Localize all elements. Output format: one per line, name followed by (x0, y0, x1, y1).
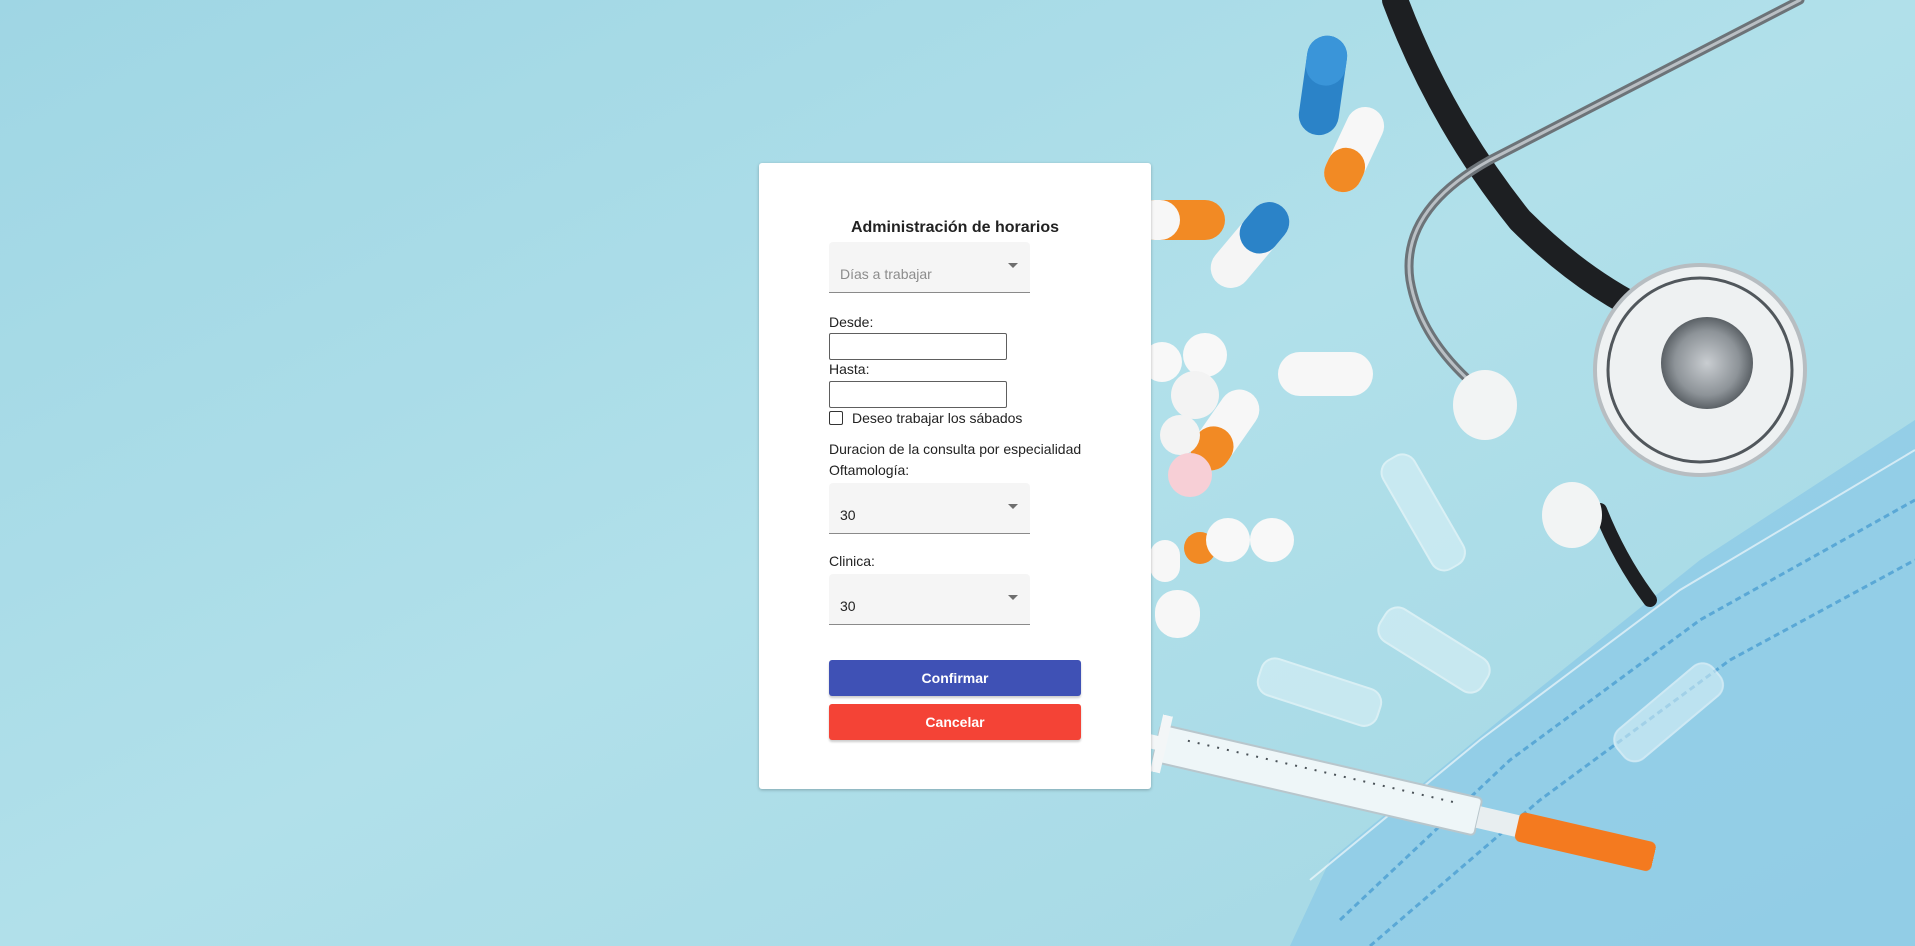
clinica-duration-value: 30 (840, 598, 856, 614)
form-title: Administración de horarios (850, 219, 1060, 236)
oftamologia-label: Oftamología: (829, 462, 910, 478)
hasta-label: Hasta: (829, 361, 870, 377)
chevron-down-icon (1008, 504, 1018, 509)
saturday-option[interactable]: Deseo trabajar los sábados (829, 410, 1022, 426)
work-days-select[interactable]: Días a trabajar (829, 242, 1030, 293)
confirm-button[interactable]: Confirmar (829, 660, 1081, 696)
chevron-down-icon (1008, 595, 1018, 600)
hasta-input[interactable] (829, 381, 1007, 408)
saturday-checkbox-label[interactable]: Deseo trabajar los sábados (852, 410, 1022, 426)
oftamologia-duration-select[interactable]: 30 (829, 483, 1030, 534)
desde-label: Desde: (829, 314, 874, 330)
work-days-placeholder: Días a trabajar (840, 266, 932, 282)
schedule-form-card: Administración de horarios Días a trabaj… (759, 163, 1151, 789)
clinica-label: Clinica: (829, 553, 875, 569)
desde-input[interactable] (829, 333, 1007, 360)
duration-heading: Duracion de la consulta por especialidad (829, 441, 1082, 457)
cancel-button[interactable]: Cancelar (829, 704, 1081, 740)
saturday-checkbox[interactable] (829, 411, 843, 425)
chevron-down-icon (1008, 263, 1018, 268)
clinica-duration-select[interactable]: 30 (829, 574, 1030, 625)
oftamologia-duration-value: 30 (840, 507, 856, 523)
